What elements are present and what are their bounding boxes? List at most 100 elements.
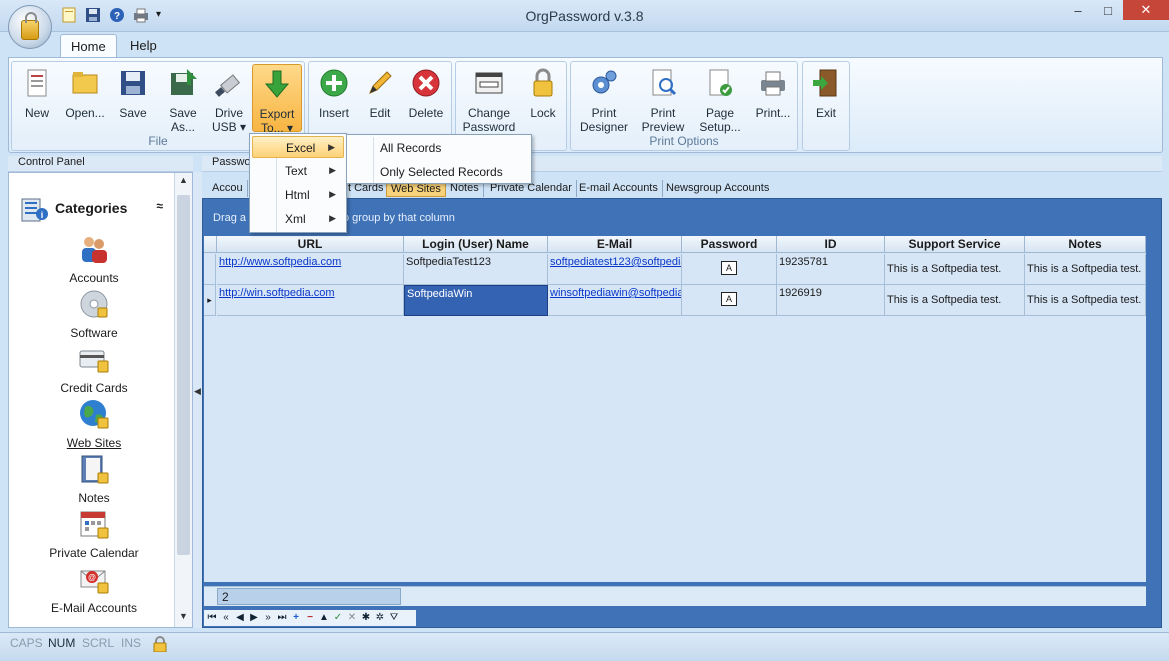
password-cell[interactable]: A: [682, 254, 777, 285]
scroll-down-icon[interactable]: ▼: [175, 611, 192, 627]
scroll-thumb[interactable]: [177, 195, 190, 555]
tab-accounts[interactable]: Accou: [208, 180, 248, 197]
save-as-button[interactable]: Save As...: [160, 64, 206, 134]
tab-newsgroup-accounts[interactable]: Newsgroup Accounts: [662, 180, 773, 197]
login-cell-selected[interactable]: SoftpediaWin: [404, 285, 548, 316]
drive-usb-label-2: USB ▾: [211, 120, 247, 134]
globe-icon: [80, 400, 109, 429]
login-cell[interactable]: SoftpediaTest123: [404, 254, 548, 285]
svg-text:i: i: [41, 210, 44, 220]
password-cell[interactable]: A: [682, 285, 777, 316]
new-button[interactable]: New: [14, 64, 60, 132]
maximize-button[interactable]: □: [1093, 0, 1123, 20]
panel-splitter[interactable]: ◀: [193, 172, 202, 628]
new-label: New: [24, 106, 49, 120]
email-cell[interactable]: softpediatest123@softpedia.com: [548, 254, 682, 285]
id-cell[interactable]: 19235781: [777, 254, 885, 285]
support-cell[interactable]: This is a Softpedia test.: [885, 285, 1025, 316]
refresh-icon[interactable]: ✱: [360, 612, 372, 624]
insert-button[interactable]: Insert: [311, 64, 357, 132]
print-button[interactable]: Print...: [749, 64, 797, 132]
submenu-all-records[interactable]: All Records: [380, 141, 441, 155]
print-preview-button[interactable]: Print Preview: [637, 64, 689, 134]
next-page-icon[interactable]: »: [262, 612, 274, 624]
next-record-icon[interactable]: ▶: [248, 612, 260, 624]
new-document-icon: [27, 69, 47, 97]
password-field-icon[interactable]: A: [721, 261, 737, 275]
column-header-id[interactable]: ID: [777, 236, 885, 253]
menu-item-text[interactable]: Text ▶: [252, 160, 344, 182]
category-accounts-label: Accounts: [69, 271, 119, 285]
menu-item-excel[interactable]: Excel ▶: [252, 136, 344, 158]
exit-group: Exit: [802, 61, 850, 151]
scroll-up-icon[interactable]: ▲: [175, 175, 192, 191]
category-accounts[interactable]: Accounts: [19, 233, 169, 288]
column-header-password[interactable]: Password: [682, 236, 777, 253]
id-cell[interactable]: 1926919: [777, 285, 885, 316]
exit-button[interactable]: Exit: [803, 64, 849, 132]
remove-record-icon[interactable]: −: [304, 612, 316, 624]
export-label-1: Export: [259, 107, 295, 121]
category-credit-cards-label: Credit Cards: [60, 381, 128, 395]
delete-button[interactable]: Delete: [403, 64, 449, 132]
ribbon-tabs: Home Help: [0, 32, 1169, 58]
control-panel-scrollbar[interactable]: ▲ ▼: [174, 173, 192, 627]
apply-edit-icon[interactable]: ✓: [332, 612, 344, 624]
minimize-button[interactable]: –: [1063, 0, 1093, 20]
collapse-left-icon[interactable]: ◀: [194, 386, 201, 397]
category-private-calendar[interactable]: Private Calendar: [19, 508, 169, 563]
drive-usb-button[interactable]: Drive USB ▾: [206, 64, 252, 134]
change-password-button[interactable]: Change Password: [460, 64, 518, 134]
prev-page-icon[interactable]: «: [220, 612, 232, 624]
page-setup-button[interactable]: Page Setup...: [695, 64, 745, 134]
tab-home[interactable]: Home: [60, 34, 117, 58]
close-button[interactable]: ✕: [1123, 0, 1169, 20]
page-check-icon: [709, 69, 732, 96]
print-designer-button[interactable]: Print Designer: [577, 64, 631, 134]
collapse-icon[interactable]: ≈: [156, 199, 163, 213]
lock-button[interactable]: Lock: [520, 64, 566, 132]
first-page-icon[interactable]: ⏮: [206, 612, 218, 624]
url-cell[interactable]: http://www.softpedia.com: [217, 254, 404, 285]
column-header-support-service[interactable]: Support Service: [885, 236, 1025, 253]
bookmark-icon[interactable]: ✲: [374, 612, 386, 624]
column-header-url[interactable]: URL: [217, 236, 404, 253]
category-web-sites[interactable]: Web Sites: [19, 398, 169, 453]
open-button[interactable]: Open...: [62, 64, 108, 132]
column-header-email[interactable]: E-Mail: [548, 236, 682, 253]
print-designer-label-1: Print: [591, 106, 617, 120]
column-header-notes[interactable]: Notes: [1025, 236, 1146, 253]
menu-item-xml[interactable]: Xml ▶: [252, 208, 344, 230]
notes-cell[interactable]: This is a Softpedia test.: [1025, 254, 1146, 285]
save-button[interactable]: Save: [110, 64, 156, 132]
category-email-accounts[interactable]: @ E-Mail Accounts: [19, 563, 169, 618]
categories-header[interactable]: i Categories ≈: [19, 191, 169, 222]
window-title: OrgPassword v.3.8: [525, 8, 644, 24]
edit-record-icon[interactable]: ▲: [318, 612, 330, 624]
cancel-edit-icon[interactable]: ✕: [346, 612, 358, 624]
password-field-icon[interactable]: A: [721, 292, 737, 306]
url-cell[interactable]: http://win.softpedia.com: [217, 285, 404, 316]
category-notes[interactable]: Notes: [19, 453, 169, 508]
email-cell[interactable]: winsoftpediawin@softpedia.com: [548, 285, 682, 316]
edit-button[interactable]: Edit: [357, 64, 403, 132]
prev-record-icon[interactable]: ◀: [234, 612, 246, 624]
add-record-icon[interactable]: +: [290, 612, 302, 624]
column-header-login[interactable]: Login (User) Name: [404, 236, 548, 253]
notes-cell[interactable]: This is a Softpedia test.: [1025, 285, 1146, 316]
support-cell[interactable]: This is a Softpedia test.: [885, 254, 1025, 285]
tab-help[interactable]: Help: [120, 34, 167, 58]
category-credit-cards[interactable]: Credit Cards: [19, 343, 169, 398]
filter-icon[interactable]: ⛛: [388, 612, 400, 624]
row-indicator[interactable]: [204, 254, 216, 285]
submenu-selected-records[interactable]: Only Selected Records: [380, 165, 503, 179]
tab-email-accounts[interactable]: E-mail Accounts: [575, 180, 663, 197]
category-software[interactable]: Software: [19, 288, 169, 343]
delete-label: Delete: [408, 106, 444, 120]
submenu-arrow-icon: ▶: [329, 189, 336, 199]
application-menu-button[interactable]: [8, 5, 52, 49]
export-to-button[interactable]: Export To... ▾: [252, 64, 302, 135]
current-row-indicator[interactable]: ▸: [204, 285, 216, 316]
last-page-icon[interactable]: ⏭: [276, 612, 288, 624]
menu-item-html[interactable]: Html ▶: [252, 184, 344, 206]
